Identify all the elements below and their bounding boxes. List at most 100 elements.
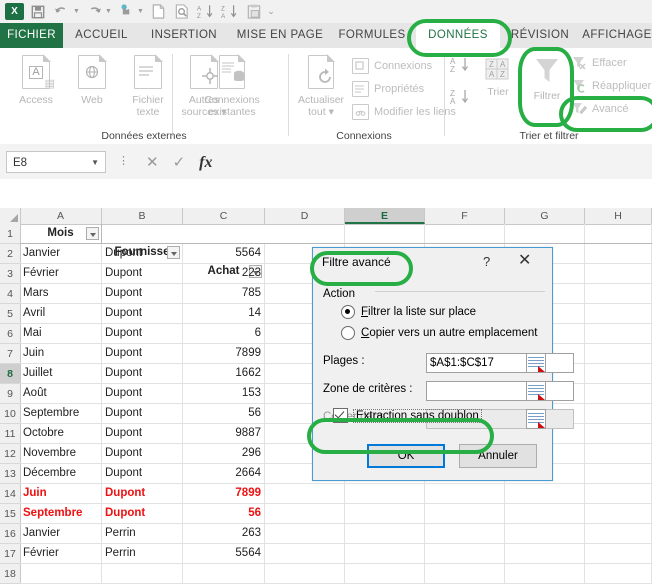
row-header-16[interactable]: 16 xyxy=(0,524,20,544)
cell-h11[interactable] xyxy=(585,424,652,443)
row-header-4[interactable]: 4 xyxy=(0,284,20,304)
cell-b7[interactable]: Dupont xyxy=(102,344,183,363)
cell-b11[interactable]: Dupont xyxy=(102,424,183,443)
cell-d1[interactable] xyxy=(265,224,345,243)
cancel-button[interactable]: Annuler xyxy=(459,444,537,468)
cell-a6[interactable]: Mai xyxy=(20,324,102,343)
column-header-h[interactable]: H xyxy=(585,208,652,224)
row-header-12[interactable]: 12 xyxy=(0,444,20,464)
connections-button[interactable]: Connexions xyxy=(352,58,432,74)
cell-b10[interactable]: Dupont xyxy=(102,404,183,423)
cell-a17[interactable]: Février xyxy=(20,544,102,563)
row-header-7[interactable]: 7 xyxy=(0,344,20,364)
cell-h4[interactable] xyxy=(585,284,652,303)
cell-a14[interactable]: Juin xyxy=(20,484,102,503)
cell-h14[interactable] xyxy=(585,484,652,503)
cell-c11[interactable]: 9887 xyxy=(183,424,265,443)
cell-a18[interactable] xyxy=(20,564,102,583)
cell-c3[interactable]: 223 xyxy=(183,264,265,283)
sort-az-button[interactable]: AZ xyxy=(450,56,472,79)
cell-h2[interactable] xyxy=(585,244,652,263)
sort-descending-icon[interactable]: ZA xyxy=(219,1,241,22)
close-icon[interactable]: ✕ xyxy=(518,251,531,269)
cell-b2[interactable]: Dupont xyxy=(102,244,183,263)
tab-accueil[interactable]: ACCUEIL xyxy=(63,23,140,48)
cell-b9[interactable]: Dupont xyxy=(102,384,183,403)
cell-e16[interactable] xyxy=(345,524,425,543)
cell-g17[interactable] xyxy=(505,544,585,563)
cell-h1[interactable] xyxy=(585,224,652,243)
cell-c6[interactable]: 6 xyxy=(183,324,265,343)
cell-a11[interactable]: Octobre xyxy=(20,424,102,443)
cell-c5[interactable]: 14 xyxy=(183,304,265,323)
enter-icon[interactable]: ✓ xyxy=(173,155,186,170)
cell-d18[interactable] xyxy=(265,564,345,583)
undo-icon[interactable] xyxy=(51,1,73,22)
cell-h16[interactable] xyxy=(585,524,652,543)
cell-a4[interactable]: Mars xyxy=(20,284,102,303)
cell-h12[interactable] xyxy=(585,444,652,463)
cell-h9[interactable] xyxy=(585,384,652,403)
undo-dropdown-icon[interactable]: ▼ xyxy=(72,8,81,15)
row-header-8[interactable]: 8 xyxy=(0,364,20,384)
cell-g16[interactable] xyxy=(505,524,585,543)
customize-qat-icon[interactable]: ⌄ xyxy=(264,6,278,17)
column-header-a[interactable]: A xyxy=(20,208,102,224)
cell-h17[interactable] xyxy=(585,544,652,563)
cell-e1[interactable] xyxy=(345,224,425,243)
cell-c4[interactable]: 785 xyxy=(183,284,265,303)
row-header-15[interactable]: 15 xyxy=(0,504,20,524)
cell-c17[interactable]: 5564 xyxy=(183,544,265,563)
cell-g14[interactable] xyxy=(505,484,585,503)
cell-b17[interactable]: Perrin xyxy=(102,544,183,563)
cell-h5[interactable] xyxy=(585,304,652,323)
cell-a9[interactable]: Août xyxy=(20,384,102,403)
cell-b5[interactable]: Dupont xyxy=(102,304,183,323)
external-data-web-button[interactable]: Web xyxy=(64,52,120,106)
save-icon[interactable] xyxy=(27,1,49,22)
checkbox-extraction-sans-doublon[interactable]: Extraction sans doublon xyxy=(333,408,482,423)
refresh-all-button[interactable]: Actualiser tout ▾ xyxy=(290,52,352,118)
cell-a5[interactable]: Avril xyxy=(20,304,102,323)
cell-c12[interactable]: 296 xyxy=(183,444,265,463)
new-file-icon[interactable] xyxy=(147,1,169,22)
cancel-icon[interactable]: ✕ xyxy=(146,155,159,170)
cell-b12[interactable]: Dupont xyxy=(102,444,183,463)
cell-a8[interactable]: Juillet xyxy=(20,364,102,383)
cell-b13[interactable]: Dupont xyxy=(102,464,183,483)
cell-f14[interactable] xyxy=(425,484,505,503)
reapply-filter-button[interactable]: Réappliquer xyxy=(572,79,651,93)
cell-a15[interactable]: Septembre xyxy=(20,504,102,523)
insert-function-icon[interactable]: fx xyxy=(199,154,212,170)
cell-e15[interactable] xyxy=(345,504,425,523)
row-header-1[interactable]: 1 xyxy=(0,224,20,244)
column-header-d[interactable]: D xyxy=(265,208,345,224)
cell-d17[interactable] xyxy=(265,544,345,563)
cell-h7[interactable] xyxy=(585,344,652,363)
filter-dropdown-a-icon[interactable] xyxy=(86,227,99,240)
input-plages[interactable]: $A$1:$C$17 xyxy=(426,353,574,373)
row-header-11[interactable]: 11 xyxy=(0,424,20,444)
tab-donnees[interactable]: DONNÉES xyxy=(416,23,500,48)
cell-c2[interactable]: 5564 xyxy=(183,244,265,263)
column-header-c[interactable]: C xyxy=(183,208,265,224)
column-header-g[interactable]: G xyxy=(505,208,585,224)
cell-h10[interactable] xyxy=(585,404,652,423)
row-header-17[interactable]: 17 xyxy=(0,544,20,564)
row-header-18[interactable]: 18 xyxy=(0,564,20,584)
print-preview-icon[interactable] xyxy=(171,1,193,22)
row-header-5[interactable]: 5 xyxy=(0,304,20,324)
edit-links-button[interactable]: Modifier les liens xyxy=(352,104,456,120)
cell-a2[interactable]: Janvier xyxy=(20,244,102,263)
tab-insertion[interactable]: INSERTION xyxy=(140,23,228,48)
cell-f1[interactable] xyxy=(425,224,505,243)
custom-sort-button[interactable]: ZAAZ Trier xyxy=(474,54,522,98)
sort-ascending-icon[interactable]: AZ xyxy=(195,1,217,22)
cell-b18[interactable] xyxy=(102,564,183,583)
cell-b8[interactable]: Dupont xyxy=(102,364,183,383)
row-header-10[interactable]: 10 xyxy=(0,404,20,424)
row-header-13[interactable]: 13 xyxy=(0,464,20,484)
clear-filter-button[interactable]: Effacer xyxy=(572,56,627,70)
tab-mise-en-page[interactable]: MISE EN PAGE xyxy=(228,23,332,48)
cell-g18[interactable] xyxy=(505,564,585,583)
